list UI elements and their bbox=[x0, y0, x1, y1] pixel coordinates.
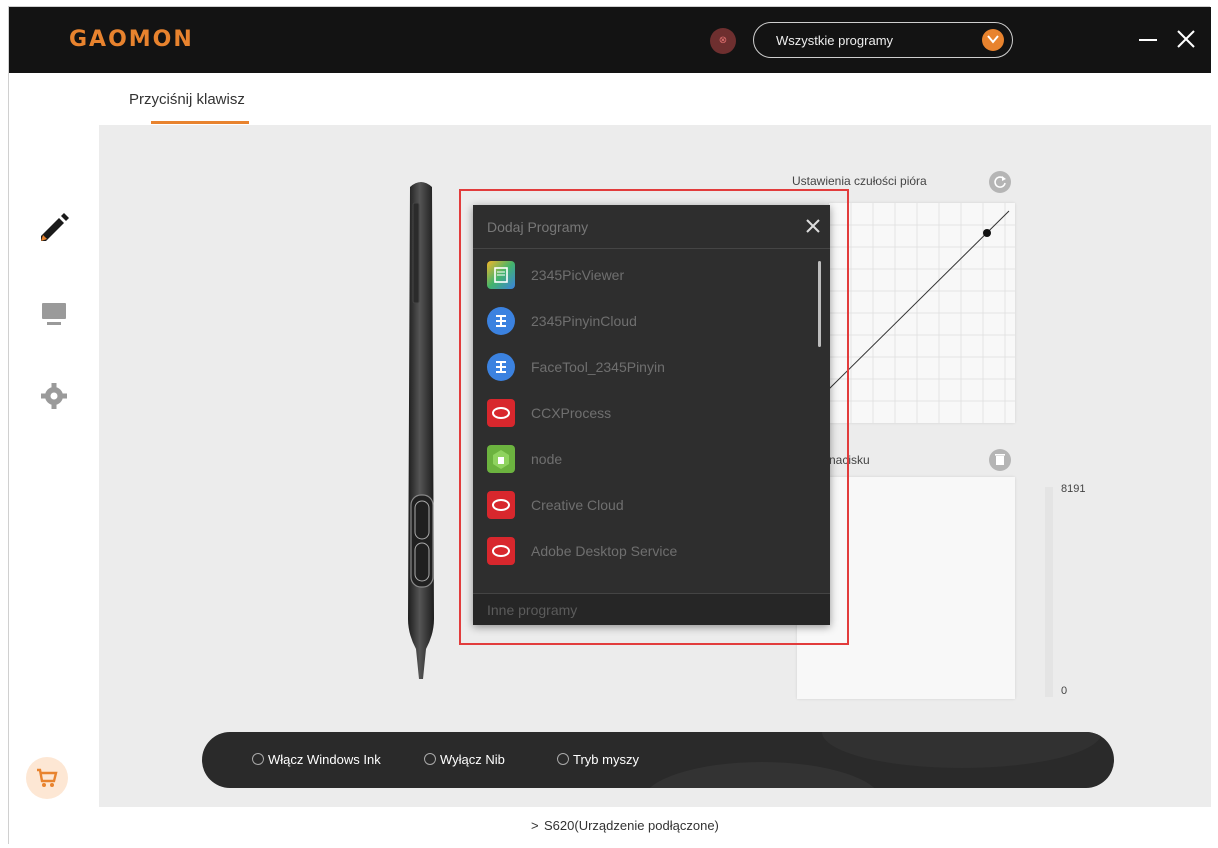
picviewer-icon bbox=[487, 261, 515, 289]
pressure-curve-title: Ustawienia czułości pióra bbox=[792, 174, 927, 188]
tab-press-key[interactable]: Przyciśnij klawisz bbox=[129, 91, 245, 108]
pen-illustration bbox=[404, 179, 440, 690]
monitor-icon[interactable] bbox=[37, 297, 71, 331]
adobe-cc-icon bbox=[487, 537, 515, 565]
program-label: FaceTool_2345Pinyin bbox=[531, 359, 665, 375]
program-item[interactable]: node bbox=[473, 437, 813, 483]
chevron-down-icon[interactable] bbox=[982, 29, 1004, 51]
program-select-label: Wszystkie programy bbox=[776, 33, 894, 48]
device-status[interactable]: S620(Urządzenie podłączone) bbox=[544, 818, 719, 833]
adobe-cc-icon bbox=[487, 399, 515, 427]
program-item[interactable]: Creative Cloud bbox=[473, 483, 813, 529]
radio-icon bbox=[424, 753, 436, 765]
disable-nib-label: Wyłącz Nib bbox=[440, 752, 505, 767]
other-programs-button[interactable]: Inne programy bbox=[473, 593, 830, 625]
status-bar: > S620(Urządzenie podłączone) bbox=[9, 807, 1211, 845]
pressure-level-bar bbox=[1045, 487, 1053, 697]
dialog-title: Dodaj Programy bbox=[487, 219, 589, 235]
cart-button[interactable] bbox=[26, 757, 68, 799]
pinyin-icon bbox=[487, 307, 515, 335]
mouse-mode-label: Tryb myszy bbox=[573, 752, 639, 767]
chevron-right-icon[interactable]: > bbox=[531, 818, 539, 833]
cart-icon bbox=[37, 768, 58, 787]
gaomon-logo: GAOMON bbox=[69, 27, 194, 52]
radio-icon bbox=[557, 753, 569, 765]
program-item[interactable]: 2345PicViewer bbox=[473, 253, 813, 299]
dialog-header: Dodaj Programy bbox=[473, 205, 830, 249]
program-item[interactable]: 2345PinyinCloud bbox=[473, 299, 813, 345]
windows-ink-option[interactable]: Włącz Windows Ink bbox=[252, 752, 381, 767]
program-label: node bbox=[531, 451, 563, 467]
close-icon[interactable] bbox=[805, 218, 821, 234]
app-icon[interactable]: ⊗ bbox=[710, 28, 736, 54]
program-label: Creative Cloud bbox=[531, 497, 624, 513]
program-item[interactable]: FaceTool_2345Pinyin bbox=[473, 345, 813, 391]
title-bar: GAOMON ⊗ Wszystkie programy bbox=[9, 7, 1211, 73]
adobe-cc-icon bbox=[487, 491, 515, 519]
tab-strip: Przyciśnij klawisz bbox=[9, 73, 1211, 125]
mouse-mode-option[interactable]: Tryb myszy bbox=[557, 752, 639, 767]
program-label: Adobe Desktop Service bbox=[531, 543, 678, 559]
reset-icon[interactable] bbox=[989, 171, 1011, 193]
program-label: 2345PinyinCloud bbox=[531, 313, 637, 329]
disable-nib-option[interactable]: Wyłącz Nib bbox=[424, 752, 505, 767]
trash-icon[interactable] bbox=[989, 449, 1011, 471]
radio-icon bbox=[252, 753, 264, 765]
program-item[interactable]: CCXProcess bbox=[473, 391, 813, 437]
program-label: CCXProcess bbox=[531, 405, 612, 421]
scrollbar[interactable] bbox=[818, 261, 821, 347]
pressure-min-label: 0 bbox=[1061, 685, 1068, 697]
sidebar bbox=[9, 125, 99, 807]
close-button[interactable] bbox=[1173, 25, 1199, 53]
program-label: 2345PicViewer bbox=[531, 267, 625, 283]
active-tab-indicator bbox=[151, 121, 249, 124]
windows-ink-label: Włącz Windows Ink bbox=[268, 752, 381, 767]
app-window: GAOMON ⊗ Wszystkie programy Przyciśnij k… bbox=[8, 6, 1211, 845]
mode-bar: Włącz Windows Ink Wyłącz Nib Tryb myszy bbox=[202, 732, 1114, 788]
program-item[interactable]: Adobe Desktop Service bbox=[473, 529, 813, 575]
pressure-max-label: 8191 bbox=[1061, 483, 1086, 495]
pinyin-icon bbox=[487, 353, 515, 381]
other-programs-label: Inne programy bbox=[487, 602, 578, 618]
program-select[interactable]: Wszystkie programy bbox=[753, 22, 1013, 58]
minimize-button[interactable] bbox=[1135, 25, 1161, 53]
gear-icon[interactable] bbox=[37, 379, 71, 413]
pen-icon[interactable] bbox=[37, 211, 71, 245]
pressure-curve-graph[interactable] bbox=[828, 203, 1015, 423]
node-icon bbox=[487, 445, 515, 473]
add-programs-dialog: Dodaj Programy 2345PicViewer 2345PinyinC… bbox=[473, 205, 830, 625]
